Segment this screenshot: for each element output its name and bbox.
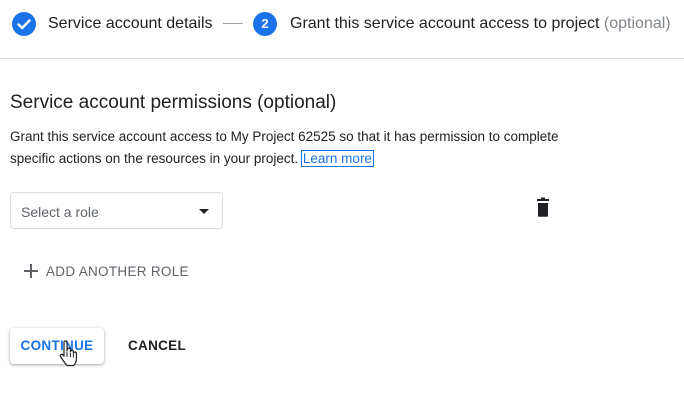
role-select-dropdown[interactable]: Select a role <box>10 192 223 229</box>
learn-more-link[interactable]: Learn more <box>300 150 374 167</box>
delete-role-button[interactable] <box>533 197 553 219</box>
add-another-role-label: ADD ANOTHER ROLE <box>46 263 189 279</box>
plus-icon <box>24 264 38 278</box>
add-another-role-button[interactable]: ADD ANOTHER ROLE <box>24 260 189 282</box>
hand-pointer-cursor-icon <box>59 340 77 367</box>
role-select-placeholder: Select a role <box>21 204 99 220</box>
trash-icon <box>537 197 549 217</box>
step-completed-check-icon <box>12 12 36 36</box>
step-2-title: Grant this service account access to pro… <box>290 15 600 32</box>
step-connector <box>223 23 243 24</box>
stepper-header: Service account details 2 Grant this ser… <box>0 0 684 59</box>
step-2-optional-tag: (optional) <box>603 15 671 32</box>
step-2-number-badge: 2 <box>253 12 277 36</box>
cancel-button[interactable]: CANCEL <box>121 328 193 364</box>
step-1-label[interactable]: Service account details <box>48 14 213 34</box>
step-2-label[interactable]: Grant this service account access to pro… <box>290 14 671 34</box>
arrow-drop-down-icon <box>199 209 209 214</box>
section-description: Grant this service account access to My … <box>10 126 570 170</box>
continue-button[interactable]: CONTINUE <box>10 328 104 364</box>
description-text: Grant this service account access to My … <box>10 129 559 166</box>
section-title: Service account permissions (optional) <box>10 92 337 113</box>
